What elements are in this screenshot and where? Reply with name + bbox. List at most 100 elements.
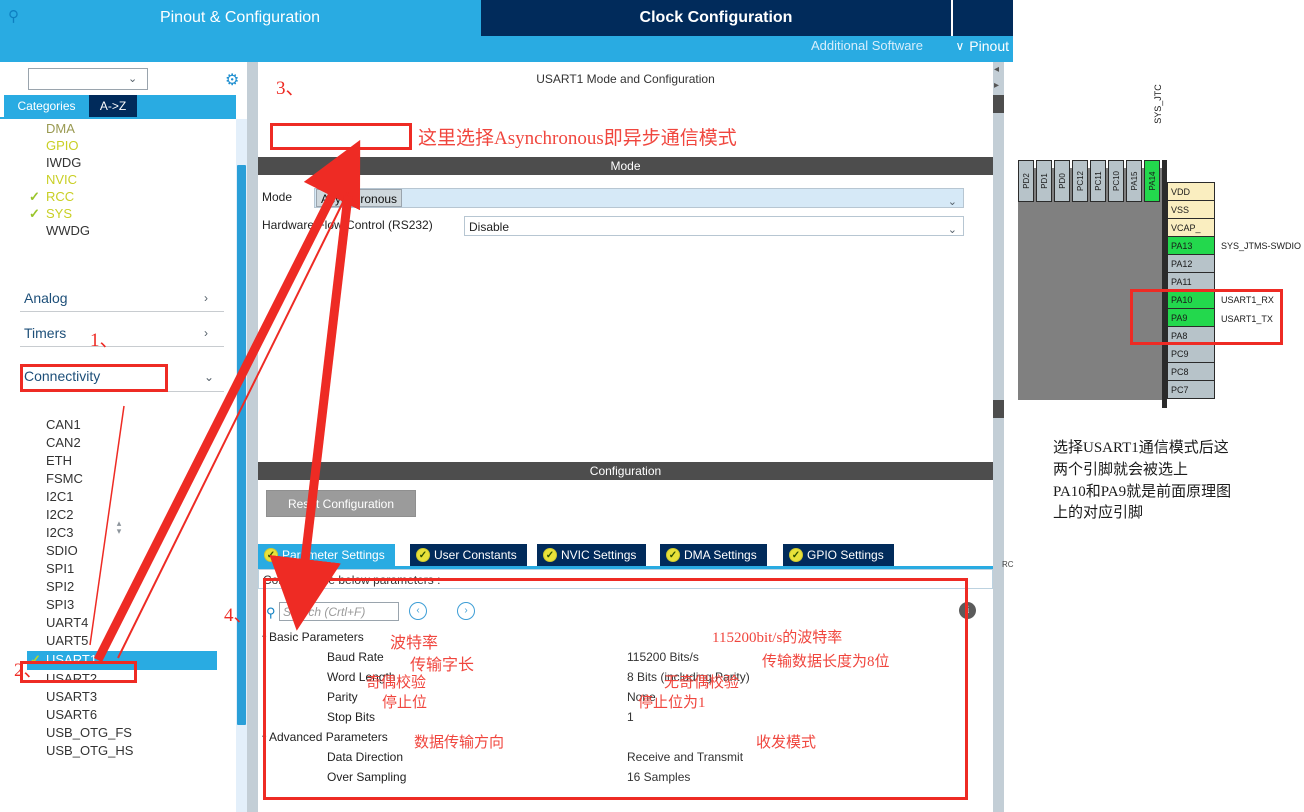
- list-item[interactable]: ETH: [46, 453, 72, 468]
- pin-pa12[interactable]: PA12: [1167, 254, 1215, 273]
- collapse-right-icon[interactable]: ▸: [994, 80, 999, 91]
- sidebar-group-analog[interactable]: Analog: [24, 290, 68, 306]
- divider: [20, 311, 224, 312]
- pin-pc11[interactable]: PC11: [1090, 160, 1106, 202]
- sidebar-item-label: NVIC: [46, 172, 78, 187]
- reset-configuration-button[interactable]: Reset Configuration: [266, 490, 416, 517]
- annotation-box-mode: [270, 123, 412, 150]
- panel-divider-right[interactable]: [993, 113, 1004, 812]
- list-item[interactable]: USART6: [46, 707, 97, 722]
- mode-select[interactable]: ⌄: [314, 188, 964, 208]
- list-item[interactable]: USART3: [46, 689, 97, 704]
- sidebar-item-wwdg[interactable]: WWDG: [46, 223, 90, 238]
- list-item[interactable]: UART4: [46, 615, 88, 630]
- pin-pc10[interactable]: PC10: [1108, 160, 1124, 202]
- pin-pd1[interactable]: PD1: [1036, 160, 1052, 202]
- tab-parameter-settings[interactable]: ✓ Parameter Settings: [258, 544, 396, 566]
- list-item[interactable]: SPI2: [46, 579, 74, 594]
- pin-label: PC11: [1094, 171, 1103, 191]
- sidebar-item-label: RCC: [46, 189, 75, 204]
- annotation-stop-name: 停止位: [382, 695, 428, 711]
- spinner-icon[interactable]: ▴ ▾: [112, 519, 126, 536]
- pin-pa15[interactable]: PA15: [1126, 160, 1142, 202]
- section-band-tail-2: [993, 400, 1004, 418]
- panel-divider[interactable]: [247, 62, 258, 812]
- chip-pinout-panel: RC SYS_JTC PD2 PD1 PD0 PC12 PC11 PC10 PA…: [1002, 0, 1304, 812]
- tab-dma-settings[interactable]: ✓ DMA Settings: [660, 544, 768, 566]
- annotation-baud-value: 115200bit/s的波特率: [712, 630, 843, 646]
- sidebar-item-gpio[interactable]: GPIO: [46, 138, 79, 153]
- sidebar-item-nvic[interactable]: NVIC: [46, 172, 77, 187]
- mode-row: Mode ⌄ Asynchronous: [258, 187, 993, 209]
- list-item[interactable]: FSMC: [46, 471, 83, 486]
- tab-categories[interactable]: Categories: [4, 95, 89, 117]
- check-icon: ✓: [29, 189, 40, 204]
- chevron-down-icon[interactable]: ⌄: [204, 370, 214, 384]
- check-icon: ✓: [29, 206, 40, 221]
- pin-pa13[interactable]: PA13: [1167, 236, 1215, 255]
- sidebar-item-label: GPIO: [46, 138, 79, 153]
- tab-user-constants[interactable]: ✓ User Constants: [410, 544, 528, 566]
- pin-pd2[interactable]: PD2: [1018, 160, 1034, 202]
- peripheral-list[interactable]: DMA GPIO IWDG NVIC ✓ RCC ✓ SYS WWDG Anal…: [0, 119, 234, 812]
- sidebar-scrollbar-thumb[interactable]: [237, 165, 246, 725]
- chevron-right-icon[interactable]: ›: [204, 291, 208, 305]
- chevron-down-icon[interactable]: ⌄: [128, 72, 137, 85]
- collapse-left-icon[interactable]: ◂: [994, 64, 999, 75]
- tab-label: User Constants: [434, 548, 517, 562]
- pin-vdd[interactable]: VDD: [1167, 182, 1215, 201]
- page-title: USART1 Mode and Configuration: [536, 72, 715, 86]
- sidebar-item-label: WWDG: [46, 223, 91, 238]
- list-item[interactable]: I2C1: [46, 489, 73, 504]
- pin-pd0[interactable]: PD0: [1054, 160, 1070, 202]
- list-item[interactable]: UART5: [46, 633, 88, 648]
- tab-label: Parameter Settings: [282, 548, 385, 562]
- sidebar-item-rcc[interactable]: ✓ RCC: [29, 189, 75, 204]
- chevron-down-icon: ⌄: [947, 224, 957, 236]
- pin-signal-pa13: SYS_JTMS-SWDIO: [1221, 241, 1302, 251]
- rc-label: RC: [1002, 560, 1014, 569]
- sidebar-item-sys[interactable]: ✓ SYS: [29, 206, 73, 221]
- check-circle-icon: ✓: [416, 548, 430, 562]
- list-item[interactable]: I2C2: [46, 507, 73, 522]
- mode-select-value[interactable]: Asynchronous: [316, 189, 403, 207]
- pin-vcap[interactable]: VCAP_: [1167, 218, 1215, 237]
- list-item[interactable]: USB_OTG_FS: [46, 725, 132, 740]
- hardware-flow-control-select[interactable]: Disable ⌄: [464, 216, 964, 236]
- pin-pa14[interactable]: PA14: [1144, 160, 1160, 202]
- list-item[interactable]: CAN2: [46, 435, 81, 450]
- annotation-step-4: 4、: [224, 605, 253, 626]
- sidebar-item-dma[interactable]: DMA: [46, 121, 75, 136]
- pin-pc12[interactable]: PC12: [1072, 160, 1088, 202]
- tab-clock-configuration[interactable]: Clock Configuration: [481, 0, 951, 36]
- sidebar-group-timers[interactable]: Timers: [24, 325, 66, 341]
- pin-pc7[interactable]: PC7: [1167, 380, 1215, 399]
- tab-extra-stub[interactable]: [953, 0, 1013, 36]
- tab-gpio-settings[interactable]: ✓ GPIO Settings: [783, 544, 895, 566]
- tab-pinout-configuration[interactable]: Pinout & Configuration: [0, 0, 480, 36]
- section-header-configuration: Configuration: [258, 462, 993, 480]
- sidebar-item-label: SYS: [46, 206, 73, 221]
- tab-nvic-settings[interactable]: ✓ NVIC Settings: [537, 544, 648, 566]
- tab-a-to-z[interactable]: A->Z: [89, 95, 137, 117]
- pin-label: PD1: [1040, 173, 1049, 189]
- list-item[interactable]: SDIO: [46, 543, 78, 558]
- list-item[interactable]: USB_OTG_HS: [46, 743, 133, 758]
- pinout-dropdown[interactable]: ∨ Pinout: [956, 38, 1010, 54]
- gear-icon[interactable]: ⚙: [225, 70, 239, 90]
- pin-pc9[interactable]: PC9: [1167, 344, 1215, 363]
- annotation-box-connectivity: [20, 364, 168, 392]
- list-item[interactable]: SPI3: [46, 597, 74, 612]
- sidebar-item-iwdg[interactable]: IWDG: [46, 155, 81, 170]
- additional-software-menu[interactable]: Additional Software: [811, 38, 923, 53]
- divider: [20, 346, 224, 347]
- list-item[interactable]: I2C3: [46, 525, 73, 540]
- list-item[interactable]: SPI1: [46, 561, 74, 576]
- check-circle-icon: ✓: [666, 548, 680, 562]
- annotation-direction-name: 数据传输方向: [414, 735, 505, 751]
- pin-pc8[interactable]: PC8: [1167, 362, 1215, 381]
- annotation-direction-value: 收发模式: [756, 735, 817, 751]
- list-item[interactable]: CAN1: [46, 417, 81, 432]
- chevron-right-icon[interactable]: ›: [204, 326, 208, 340]
- pin-vss[interactable]: VSS: [1167, 200, 1215, 219]
